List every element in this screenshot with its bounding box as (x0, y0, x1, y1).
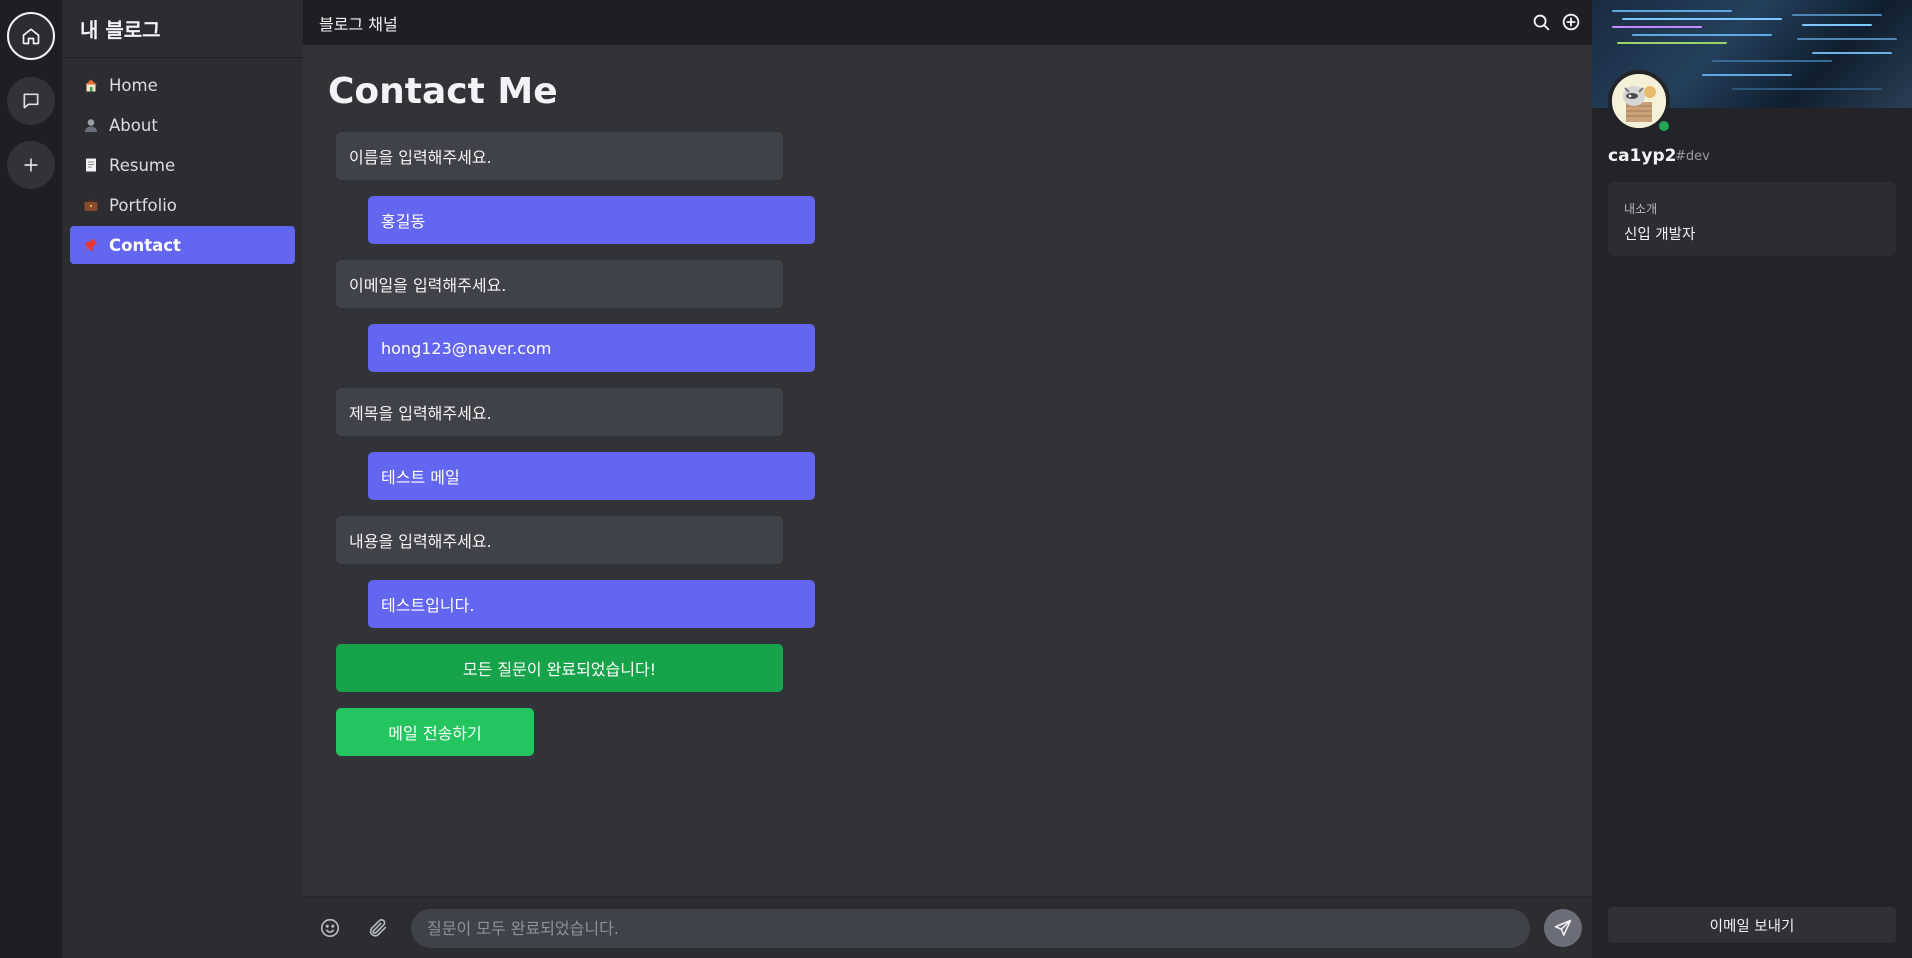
send-button[interactable] (1544, 909, 1582, 947)
sidebar-item-label: Resume (109, 155, 176, 175)
sidebar-title: 내 블로그 (62, 0, 303, 58)
send-email-button[interactable]: 이메일 보내기 (1608, 907, 1896, 943)
search-icon[interactable] (1530, 11, 1552, 37)
message-composer (303, 896, 1592, 958)
answer-bubble: 홍길동 (368, 196, 815, 244)
profile-panel: ca1yp2 #dev 내소개 신입 개발자 이메일 보내기 (1592, 0, 1912, 958)
home-button[interactable] (7, 12, 55, 60)
profile-username: ca1yp2 (1608, 146, 1677, 166)
nav-list: Home About Resume Portfolio Contact (62, 58, 303, 274)
send-mail-button[interactable]: 메일 전송하기 (336, 708, 534, 756)
sidebar-item-home[interactable]: Home (70, 66, 295, 104)
house-icon (82, 76, 100, 94)
messages-button[interactable] (7, 77, 55, 125)
sidebar-item-label: Portfolio (109, 195, 177, 215)
question-bubble: 이메일을 입력해주세요. (336, 260, 783, 308)
question-bubble: 이름을 입력해주세요. (336, 132, 783, 180)
person-icon (82, 116, 100, 134)
home-icon (22, 28, 40, 45)
sidebar-item-label: Contact (109, 235, 181, 255)
answer-bubble: hong123@naver.com (368, 324, 815, 372)
send-icon (1554, 919, 1572, 936)
online-status-badge (1656, 118, 1672, 134)
completion-message: 모든 질문이 완료되었습니다! (336, 644, 783, 692)
contact-content: Contact Me 이름을 입력해주세요. 홍길동 이메일을 입력해주세요. … (303, 45, 1592, 794)
sidebar-item-portfolio[interactable]: Portfolio (70, 186, 295, 224)
briefcase-icon (82, 196, 100, 214)
profile-tag: #dev (1675, 149, 1710, 164)
question-bubble: 내용을 입력해주세요. (336, 516, 783, 564)
plus-icon (24, 158, 38, 172)
add-server-button[interactable] (7, 141, 55, 189)
sidebar-item-contact[interactable]: Contact (70, 226, 295, 264)
channel-header: 블로그 채널 (303, 0, 1592, 45)
sidebar-item-about[interactable]: About (70, 106, 295, 144)
emoji-icon[interactable] (317, 915, 343, 941)
message-input[interactable] (411, 909, 1530, 948)
app: 내 블로그 Home About Resume Portfolio Contac… (0, 0, 1912, 958)
main-area: 블로그 채널 Contact Me 이름을 입력해주세요. 홍길동 이메일을 입… (303, 0, 1592, 958)
answer-bubble: 테스트 메일 (368, 452, 815, 500)
sidebar-item-label: About (109, 115, 158, 135)
channel-sidebar: 내 블로그 Home About Resume Portfolio Contac… (62, 0, 303, 958)
pushpin-icon (82, 236, 100, 254)
chat-bubble-icon (23, 93, 39, 109)
channel-name: 블로그 채널 (319, 14, 398, 34)
bio-label: 내소개 (1624, 202, 1658, 216)
page-title: Contact Me (328, 71, 558, 112)
bio-text: 신입 개발자 (1624, 227, 1696, 243)
add-circle-icon[interactable] (1560, 11, 1582, 37)
document-icon (82, 156, 100, 174)
question-bubble: 제목을 입력해주세요. (336, 388, 783, 436)
paperclip-icon[interactable] (365, 915, 391, 941)
sidebar-item-label: Home (109, 75, 158, 95)
sidebar-item-resume[interactable]: Resume (70, 146, 295, 184)
bio-card: 내소개 신입 개발자 (1608, 182, 1896, 256)
answer-bubble: 테스트입니다. (368, 580, 815, 628)
header-actions (1530, 11, 1582, 37)
server-rail (0, 0, 62, 958)
